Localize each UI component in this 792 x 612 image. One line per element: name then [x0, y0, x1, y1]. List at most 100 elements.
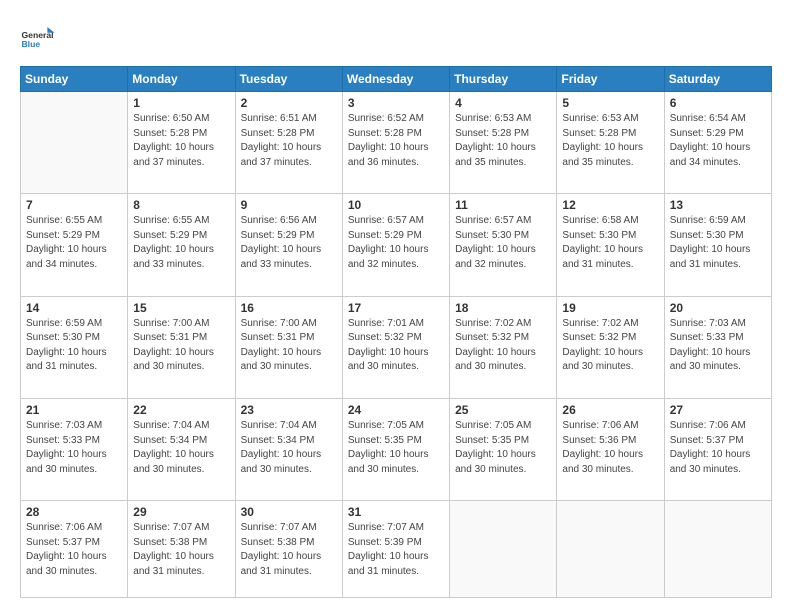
- day-info: Sunrise: 6:50 AM Sunset: 5:28 PM Dayligh…: [133, 112, 229, 170]
- day-number: 12: [562, 198, 658, 212]
- weekday-header-row: SundayMondayTuesdayWednesdayThursdayFrid…: [21, 67, 772, 92]
- calendar-cell: 15Sunrise: 7:00 AM Sunset: 5:31 PM Dayli…: [128, 296, 235, 398]
- day-info: Sunrise: 6:57 AM Sunset: 5:30 PM Dayligh…: [455, 214, 551, 272]
- day-info: Sunrise: 6:53 AM Sunset: 5:28 PM Dayligh…: [562, 112, 658, 170]
- day-info: Sunrise: 7:01 AM Sunset: 5:32 PM Dayligh…: [348, 317, 444, 375]
- calendar-cell: 26 Sunrise: 7:06 AM Sunset: 5:36 PM Dayli…: [557, 399, 664, 501]
- day-info: Sunrise: 7:07 AM Sunset: 5:39 PM Dayligh…: [348, 521, 444, 579]
- weekday-header-wednesday: Wednesday: [342, 67, 449, 92]
- calendar-cell: 27Sunrise: 7:06 AM Sunset: 5:37 PM Dayli…: [664, 399, 771, 501]
- day-number: 8: [133, 198, 229, 212]
- calendar-cell: 10 Sunrise: 6:57 AM Sunset: 5:29 PM Dayli…: [342, 194, 449, 296]
- day-number: 10: [348, 198, 444, 212]
- day-info: Sunrise: 6:59 AM Sunset: 5:30 PM Dayligh…: [26, 317, 122, 375]
- day-info: Sunrise: 7:04 AM Sunset: 5:34 PM Dayligh…: [133, 419, 229, 477]
- day-number: 27: [670, 403, 766, 417]
- day-info: Sunrise: 6:56 AM Sunset: 5:29 PM Dayligh…: [241, 214, 337, 272]
- day-info: Sunrise: 6:54 AM Sunset: 5:29 PM Dayligh…: [670, 112, 766, 170]
- day-number: 31: [348, 505, 444, 519]
- day-info: Sunrise: 7:03 AM Sunset: 5:33 PM Dayligh…: [670, 317, 766, 375]
- day-info: Sunrise: 6:51 AM Sunset: 5:28 PM Dayligh…: [241, 112, 337, 170]
- day-number: 30: [241, 505, 337, 519]
- day-info: Sunrise: 7:07 AM Sunset: 5:38 PM Dayligh…: [241, 521, 337, 579]
- calendar-cell: 16 Sunrise: 7:00 AM Sunset: 5:31 PM Dayli…: [235, 296, 342, 398]
- calendar-cell: 13 Sunrise: 6:59 AM Sunset: 5:30 PM Dayli…: [664, 194, 771, 296]
- calendar-table: SundayMondayTuesdayWednesdayThursdayFrid…: [20, 66, 772, 598]
- weekday-header-sunday: Sunday: [21, 67, 128, 92]
- day-info: Sunrise: 7:05 AM Sunset: 5:35 PM Dayligh…: [348, 419, 444, 477]
- day-number: 17: [348, 301, 444, 315]
- calendar-cell: 23 Sunrise: 7:04 AM Sunset: 5:34 PM Dayli…: [235, 399, 342, 501]
- calendar-cell: 7Sunrise: 6:55 AM Sunset: 5:29 PM Daylig…: [21, 194, 128, 296]
- day-number: 19: [562, 301, 658, 315]
- calendar-cell: 5 Sunrise: 6:53 AM Sunset: 5:28 PM Daylig…: [557, 92, 664, 194]
- day-number: 11: [455, 198, 551, 212]
- calendar-cell: [557, 501, 664, 598]
- day-info: Sunrise: 6:53 AM Sunset: 5:28 PM Dayligh…: [455, 112, 551, 170]
- day-info: Sunrise: 7:02 AM Sunset: 5:32 PM Dayligh…: [562, 317, 658, 375]
- day-number: 9: [241, 198, 337, 212]
- day-info: Sunrise: 7:04 AM Sunset: 5:34 PM Dayligh…: [241, 419, 337, 477]
- calendar-cell: 12 Sunrise: 6:58 AM Sunset: 5:30 PM Dayli…: [557, 194, 664, 296]
- calendar-cell: 14 Sunrise: 6:59 AM Sunset: 5:30 PM Dayli…: [21, 296, 128, 398]
- day-number: 16: [241, 301, 337, 315]
- week-row-5: 28 Sunrise: 7:06 AM Sunset: 5:37 PM Dayli…: [21, 501, 772, 598]
- weekday-header-monday: Monday: [128, 67, 235, 92]
- day-info: Sunrise: 6:58 AM Sunset: 5:30 PM Dayligh…: [562, 214, 658, 272]
- day-number: 5: [562, 96, 658, 110]
- day-info: Sunrise: 6:52 AM Sunset: 5:28 PM Dayligh…: [348, 112, 444, 170]
- weekday-header-friday: Friday: [557, 67, 664, 92]
- day-info: Sunrise: 6:57 AM Sunset: 5:29 PM Dayligh…: [348, 214, 444, 272]
- header: GeneralBlue: [20, 18, 772, 58]
- day-info: Sunrise: 7:05 AM Sunset: 5:35 PM Dayligh…: [455, 419, 551, 477]
- weekday-header-tuesday: Tuesday: [235, 67, 342, 92]
- day-number: 20: [670, 301, 766, 315]
- day-number: 26: [562, 403, 658, 417]
- day-info: Sunrise: 7:03 AM Sunset: 5:33 PM Dayligh…: [26, 419, 122, 477]
- day-number: 2: [241, 96, 337, 110]
- calendar-cell: [450, 501, 557, 598]
- day-info: Sunrise: 7:06 AM Sunset: 5:37 PM Dayligh…: [26, 521, 122, 579]
- day-info: Sunrise: 7:07 AM Sunset: 5:38 PM Dayligh…: [133, 521, 229, 579]
- calendar-cell: 30 Sunrise: 7:07 AM Sunset: 5:38 PM Dayli…: [235, 501, 342, 598]
- day-info: Sunrise: 7:00 AM Sunset: 5:31 PM Dayligh…: [241, 317, 337, 375]
- calendar-cell: 21Sunrise: 7:03 AM Sunset: 5:33 PM Dayli…: [21, 399, 128, 501]
- day-number: 18: [455, 301, 551, 315]
- calendar-cell: 25 Sunrise: 7:05 AM Sunset: 5:35 PM Dayli…: [450, 399, 557, 501]
- day-number: 13: [670, 198, 766, 212]
- day-info: Sunrise: 7:00 AM Sunset: 5:31 PM Dayligh…: [133, 317, 229, 375]
- day-info: Sunrise: 7:02 AM Sunset: 5:32 PM Dayligh…: [455, 317, 551, 375]
- calendar-cell: 11 Sunrise: 6:57 AM Sunset: 5:30 PM Dayli…: [450, 194, 557, 296]
- calendar-cell: 4 Sunrise: 6:53 AM Sunset: 5:28 PM Daylig…: [450, 92, 557, 194]
- logo: GeneralBlue: [20, 22, 60, 58]
- calendar-cell: [664, 501, 771, 598]
- calendar-cell: 29Sunrise: 7:07 AM Sunset: 5:38 PM Dayli…: [128, 501, 235, 598]
- calendar-cell: 20 Sunrise: 7:03 AM Sunset: 5:33 PM Dayli…: [664, 296, 771, 398]
- calendar-cell: 22 Sunrise: 7:04 AM Sunset: 5:34 PM Dayli…: [128, 399, 235, 501]
- day-number: 3: [348, 96, 444, 110]
- day-number: 4: [455, 96, 551, 110]
- calendar-cell: 19 Sunrise: 7:02 AM Sunset: 5:32 PM Dayli…: [557, 296, 664, 398]
- week-row-2: 7Sunrise: 6:55 AM Sunset: 5:29 PM Daylig…: [21, 194, 772, 296]
- calendar-cell: 18 Sunrise: 7:02 AM Sunset: 5:32 PM Dayli…: [450, 296, 557, 398]
- week-row-1: 1 Sunrise: 6:50 AM Sunset: 5:28 PM Daylig…: [21, 92, 772, 194]
- day-number: 14: [26, 301, 122, 315]
- page: GeneralBlue SundayMondayTuesdayWednesday…: [0, 0, 792, 612]
- weekday-header-thursday: Thursday: [450, 67, 557, 92]
- day-info: Sunrise: 7:06 AM Sunset: 5:36 PM Dayligh…: [562, 419, 658, 477]
- calendar-cell: 1 Sunrise: 6:50 AM Sunset: 5:28 PM Daylig…: [128, 92, 235, 194]
- day-number: 28: [26, 505, 122, 519]
- calendar-cell: 6 Sunrise: 6:54 AM Sunset: 5:29 PM Daylig…: [664, 92, 771, 194]
- day-info: Sunrise: 6:55 AM Sunset: 5:29 PM Dayligh…: [26, 214, 122, 272]
- weekday-header-saturday: Saturday: [664, 67, 771, 92]
- week-row-3: 14 Sunrise: 6:59 AM Sunset: 5:30 PM Dayli…: [21, 296, 772, 398]
- week-row-4: 21Sunrise: 7:03 AM Sunset: 5:33 PM Dayli…: [21, 399, 772, 501]
- day-info: Sunrise: 6:59 AM Sunset: 5:30 PM Dayligh…: [670, 214, 766, 272]
- day-number: 23: [241, 403, 337, 417]
- day-number: 6: [670, 96, 766, 110]
- day-number: 25: [455, 403, 551, 417]
- day-number: 22: [133, 403, 229, 417]
- day-number: 1: [133, 96, 229, 110]
- calendar-cell: [21, 92, 128, 194]
- calendar-cell: 2 Sunrise: 6:51 AM Sunset: 5:28 PM Daylig…: [235, 92, 342, 194]
